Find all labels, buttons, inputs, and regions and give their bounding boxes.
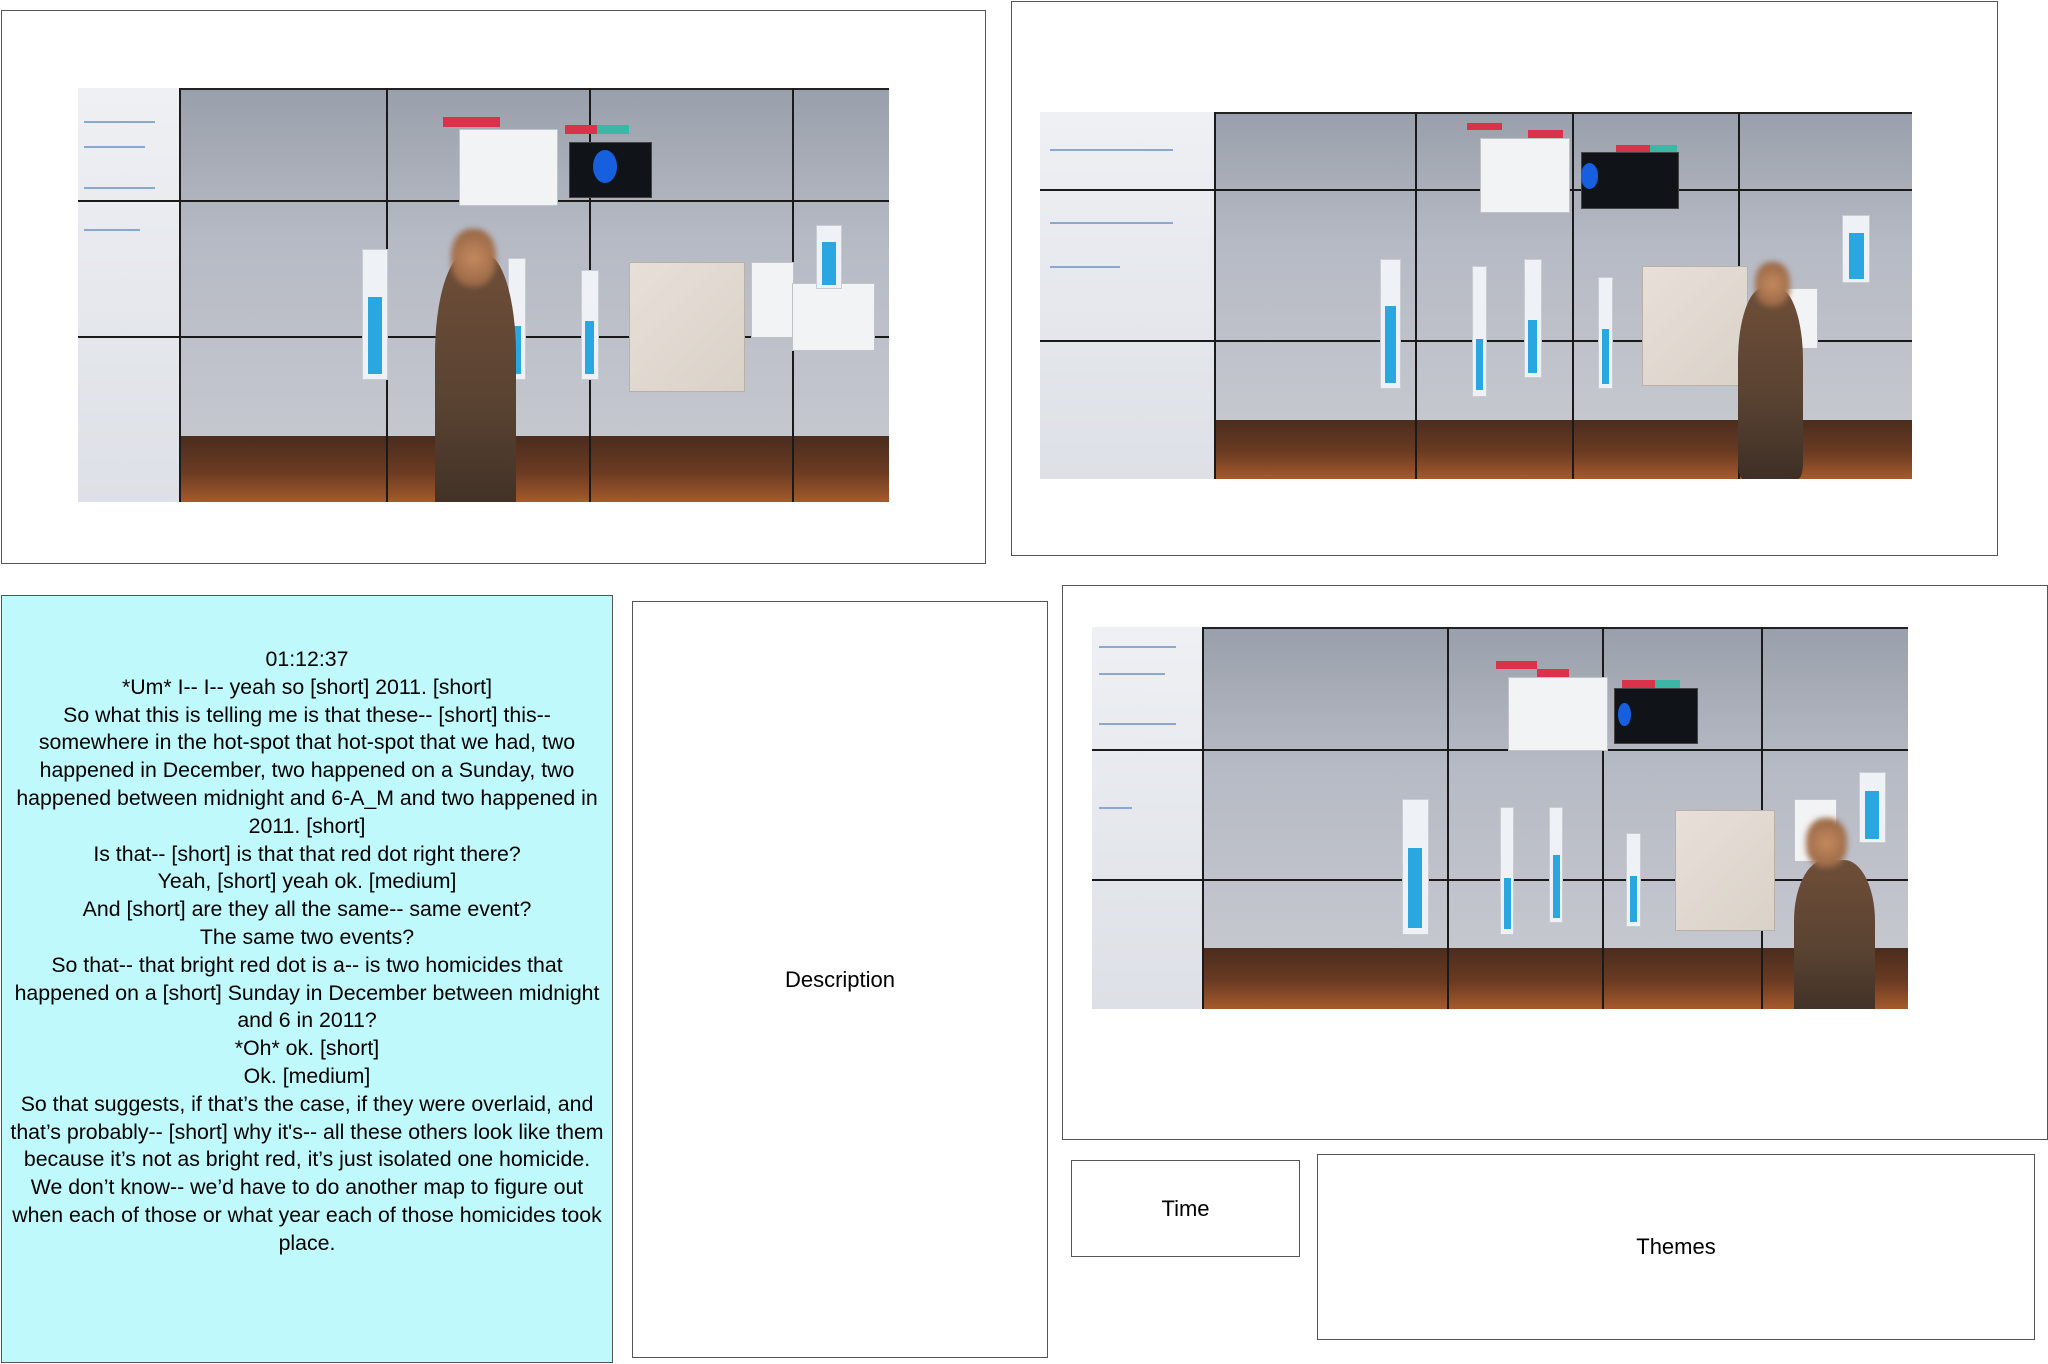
transcript-timestamp: 01:12:37 xyxy=(265,647,349,671)
display-wall-photo-2 xyxy=(1040,112,1912,479)
transcript-line: We don’t know-- we’d have to do another … xyxy=(12,1175,602,1255)
description-box[interactable]: Description xyxy=(632,601,1048,1358)
themes-box[interactable]: Themes xyxy=(1317,1154,2035,1340)
description-label: Description xyxy=(784,966,896,992)
transcript-panel: 01:12:37 *Um* I-- I-- yeah so [short] 20… xyxy=(1,595,613,1363)
transcript-line: And [short] are they all the same-- same… xyxy=(82,897,532,922)
transcript-line: Is that-- [short] is that that red dot r… xyxy=(93,841,521,866)
transcript-line: Yeah, [short] yeah ok. [medium] xyxy=(157,869,457,894)
transcript-line: *Um* I-- I-- yeah so [short] 2011. [shor… xyxy=(121,674,493,699)
photo-frame-1 xyxy=(1,10,986,564)
transcript-line: Ok. [medium] xyxy=(243,1063,371,1088)
photo-frame-3 xyxy=(1062,585,2048,1140)
transcript-line: So what this is telling me is that these… xyxy=(16,702,598,838)
photo-frame-2 xyxy=(1011,1,1998,556)
themes-label: Themes xyxy=(1636,1234,1716,1259)
transcript-line: So that-- that bright red dot is a-- is … xyxy=(14,952,600,1033)
time-label: Time xyxy=(1161,1195,1210,1221)
display-wall-photo-3 xyxy=(1092,627,1908,1009)
display-wall-photo-1 xyxy=(78,88,889,502)
transcript-line: *Oh* ok. [short] xyxy=(234,1036,380,1061)
transcript-line: The same two events? xyxy=(199,924,415,949)
time-box[interactable]: Time xyxy=(1071,1160,1300,1257)
transcript-line: So that suggests, if that’s the case, if… xyxy=(10,1091,604,1172)
